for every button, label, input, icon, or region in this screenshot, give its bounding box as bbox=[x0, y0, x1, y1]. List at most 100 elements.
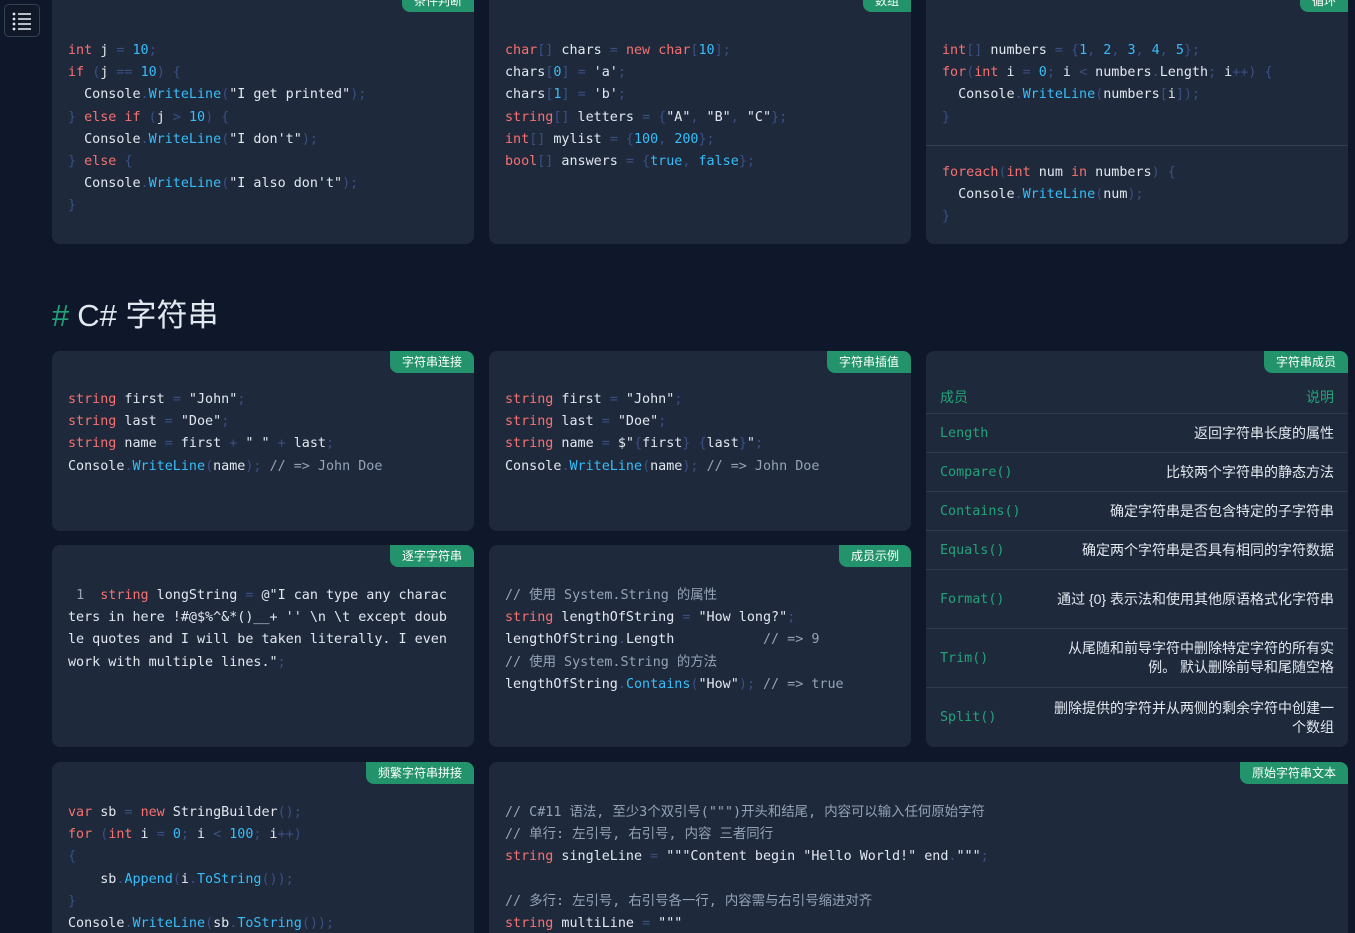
code-line: string[] letters = {"A", "B", "C"}; bbox=[505, 109, 788, 125]
table-row: Length 返回字符串长度的属性 bbox=[926, 414, 1348, 453]
code-line: Console.WriteLine(num); bbox=[942, 187, 1144, 203]
code-block: 1 string longString = @"I can type any c… bbox=[68, 585, 447, 674]
code-line: for(int i = 0; i < numbers.Length; i++) … bbox=[942, 65, 1273, 81]
code-block: string first = "John"; string last = "Do… bbox=[505, 389, 819, 478]
code-line: Console.WriteLine(name); // => John Doe bbox=[68, 458, 383, 474]
table-row: Equals() 确定两个字符串是否具有相同的字符数据 bbox=[926, 531, 1348, 570]
code-line: 1 string longString = @"I can type any c… bbox=[76, 588, 447, 603]
toc-toggle-button[interactable] bbox=[4, 4, 40, 37]
code-line: for (int i = 0; i < 100; i++) bbox=[68, 827, 302, 843]
member-name: Length bbox=[940, 425, 989, 441]
code-line: string lengthOfString = "How long?"; bbox=[505, 610, 796, 626]
table-row: Contains() 确定字符串是否包含特定的子字符串 bbox=[926, 492, 1348, 531]
code-line: // C#11 语法, 至少3个双引号(""")开头和结尾, 内容可以输入任何原… bbox=[505, 805, 985, 820]
code-line: string first = "John"; bbox=[68, 392, 246, 407]
verbatim-card: 逐字字符串 1 string longString = @"I can type… bbox=[52, 545, 474, 747]
members-table: 成员 说明 Length 返回字符串长度的属性 Compare() 比较两个字符串的… bbox=[926, 381, 1348, 747]
code-line: Console.WriteLine(numbers[i]); bbox=[942, 87, 1200, 103]
card-tag: 条件判断 bbox=[401, 0, 474, 12]
code-line: } bbox=[942, 209, 951, 225]
code-line: foreach(int num in numbers) { bbox=[942, 165, 1176, 180]
card-tag: 循环 bbox=[1299, 0, 1348, 12]
table-row: Compare() 比较两个字符串的静态方法 bbox=[926, 453, 1348, 492]
code-line: if (j == 10) { bbox=[68, 65, 181, 81]
member-name: Contains() bbox=[940, 503, 1021, 519]
member-name: Trim() bbox=[940, 650, 989, 666]
code-line: var sb = new StringBuilder(); bbox=[68, 805, 302, 820]
card-tag: 成员示例 bbox=[838, 545, 911, 567]
card-tag: 原始字符串文本 bbox=[1239, 762, 1348, 784]
card-tag: 字符串连接 bbox=[389, 351, 474, 373]
code-line: bool[] answers = {true, false}; bbox=[505, 154, 755, 170]
column-header-member: 成员 bbox=[940, 389, 968, 405]
member-desc: 从尾随和前导字符中删除特定字符的所有实例。 默认删除前导和尾随空格 bbox=[1068, 640, 1334, 675]
code-line: ters in here !#@$%^&*()__+ '' \n \t exce… bbox=[68, 610, 447, 626]
raw-string-card: 原始字符串文本 // C#11 语法, 至少3个双引号(""")开头和结尾, 内… bbox=[489, 762, 1348, 933]
code-block: foreach(int num in numbers) { Console.Wr… bbox=[942, 162, 1176, 229]
code-line: // 使用 System.String 的属性 bbox=[505, 588, 718, 603]
section-heading: # C# 字符串 bbox=[52, 290, 219, 335]
card-tag: 频繁字符串拼接 bbox=[365, 762, 474, 784]
code-block: string first = "John"; string last = "Do… bbox=[68, 389, 382, 478]
code-line: int j = 10; bbox=[68, 43, 157, 58]
code-line: } else { bbox=[68, 154, 133, 170]
member-name: Equals() bbox=[940, 542, 1005, 558]
code-line: } else if (j > 10) { bbox=[68, 109, 230, 125]
member-name: Compare() bbox=[940, 464, 1013, 480]
code-line: Console.WriteLine(sb.ToString()); bbox=[68, 916, 335, 932]
code-line: le quotes and I will be taken literally.… bbox=[68, 632, 447, 648]
member-example-card: 成员示例 // 使用 System.String 的属性 string leng… bbox=[489, 545, 911, 747]
table-row: Format() 通过 {0} 表示法和使用其他原语格式化字符串 bbox=[926, 570, 1348, 629]
code-block: int[] numbers = {1, 2, 3, 4, 5}; for(int… bbox=[942, 40, 1273, 129]
code-line: string name = $"{first} {last}"; bbox=[505, 436, 763, 452]
code-block: // C#11 语法, 至少3个双引号(""")开头和结尾, 内容可以输入任何原… bbox=[505, 802, 989, 933]
code-line: } bbox=[68, 198, 77, 214]
code-line: string singleLine = """Content begin "He… bbox=[505, 849, 989, 865]
heading-anchor[interactable]: # bbox=[52, 298, 69, 333]
member-desc: 确定两个字符串是否具有相同的字符数据 bbox=[1082, 541, 1334, 558]
member-name: Split() bbox=[940, 710, 997, 725]
code-line: // 单行: 左引号, 右引号, 内容 三者同行 bbox=[505, 827, 774, 843]
conditional-card: 条件判断 int j = 10; if (j == 10) { Console.… bbox=[52, 0, 474, 244]
card-tag: 数组 bbox=[862, 0, 911, 12]
code-line: string first = "John"; bbox=[505, 392, 683, 407]
concat-card: 字符串连接 string first = "John"; string last… bbox=[52, 351, 474, 531]
arrays-card: 数组 char[] chars = new char[10]; chars[0]… bbox=[489, 0, 911, 244]
code-line: Console.WriteLine("I don't"); bbox=[68, 131, 318, 147]
code-block: // 使用 System.String 的属性 string lengthOfS… bbox=[505, 585, 844, 696]
column-header-desc: 说明 bbox=[1306, 388, 1334, 405]
code-line: { bbox=[68, 849, 77, 865]
code-line: work with multiple lines."; bbox=[68, 654, 286, 670]
card-tag: 字符串成员 bbox=[1263, 351, 1348, 373]
code-line: chars[0] = 'a'; bbox=[505, 65, 626, 81]
code-line: lengthOfString.Length // => 9 bbox=[505, 632, 820, 648]
code-line: int[] numbers = {1, 2, 3, 4, 5}; bbox=[942, 43, 1200, 58]
code-line: string last = "Doe"; bbox=[505, 414, 667, 430]
code-block: int j = 10; if (j == 10) { Console.Write… bbox=[68, 40, 366, 218]
divider bbox=[926, 145, 1348, 146]
card-tag: 字符串插值 bbox=[826, 351, 911, 373]
code-line: int[] mylist = {100, 200}; bbox=[505, 131, 715, 147]
code-line: chars[1] = 'b'; bbox=[505, 87, 626, 103]
code-line: lengthOfString.Contains("How"); // => tr… bbox=[505, 676, 844, 692]
table-header-row: 成员 说明 bbox=[926, 381, 1348, 414]
code-line: string last = "Doe"; bbox=[68, 414, 230, 430]
code-line: string multiLine = """ bbox=[505, 916, 683, 932]
code-line: string name = first + " " + last; bbox=[68, 436, 335, 452]
code-line: Console.WriteLine("I also don't"); bbox=[68, 176, 359, 192]
member-desc: 通过 {0} 表示法和使用其他原语格式化字符串 bbox=[1057, 590, 1334, 607]
code-line: } bbox=[942, 109, 951, 125]
code-block: char[] chars = new char[10]; chars[0] = … bbox=[505, 40, 787, 173]
code-line: // 多行: 左引号, 右引号各一行, 内容需与右引号缩进对齐 bbox=[505, 893, 873, 909]
member-name: Format() bbox=[940, 591, 1005, 607]
section-title-text: C# 字符串 bbox=[77, 298, 219, 333]
line-number: 1 bbox=[76, 588, 85, 603]
member-desc: 比较两个字符串的静态方法 bbox=[1166, 463, 1334, 480]
code-line: sb.Append(i.ToString()); bbox=[68, 871, 294, 887]
table-row: Trim() 从尾随和前导字符中删除特定字符的所有实例。 默认删除前导和尾随空格 bbox=[926, 629, 1348, 688]
member-desc: 删除提供的字符并从两侧的剩余字符中创建一个数组 bbox=[1054, 699, 1334, 735]
members-card: 字符串成员 成员 说明 Length 返回字符串长度的属性 Compare() 比较… bbox=[926, 351, 1348, 747]
list-icon bbox=[12, 12, 31, 30]
interpolation-card: 字符串插值 string first = "John"; string last… bbox=[489, 351, 911, 531]
